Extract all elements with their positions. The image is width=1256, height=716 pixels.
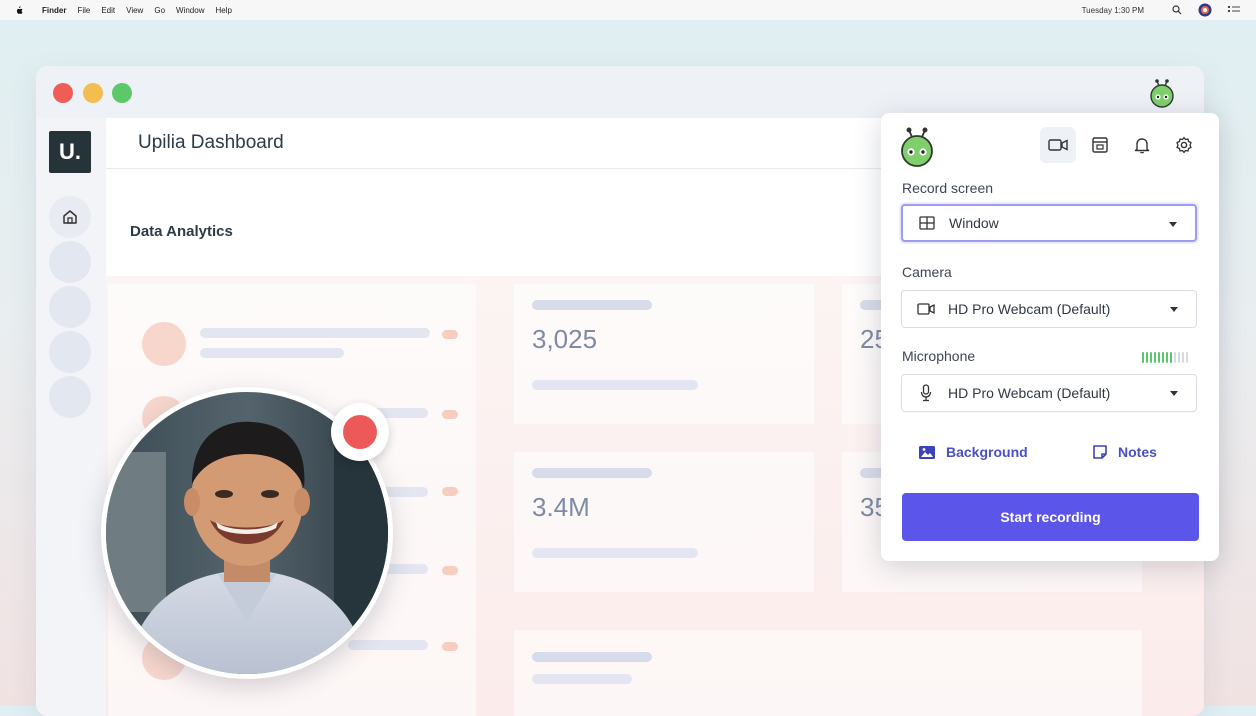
bell-icon <box>1134 138 1150 154</box>
mic-level-segment <box>1142 352 1144 363</box>
mic-level-segment <box>1154 352 1156 363</box>
section-title: Data Analytics <box>130 223 233 240</box>
placeholder-pill <box>442 410 458 419</box>
mic-level-meter <box>1142 352 1190 363</box>
mic-level-segment <box>1186 352 1188 363</box>
apple-icon[interactable] <box>14 5 24 15</box>
placeholder-bar <box>348 640 428 650</box>
search-icon[interactable] <box>1172 5 1182 15</box>
camera-icon <box>916 303 936 315</box>
menu-file[interactable]: File <box>77 6 90 15</box>
camera-mode-button[interactable] <box>1040 127 1076 163</box>
gear-icon <box>1176 136 1192 154</box>
microphone-value: HD Pro Webcam (Default) <box>948 385 1111 401</box>
logo-text: U. <box>59 139 81 164</box>
page-title: Upilia Dashboard <box>138 132 284 153</box>
menu-view[interactable]: View <box>126 6 143 15</box>
image-icon <box>918 445 936 460</box>
placeholder-pill <box>442 487 458 496</box>
zoom-window-button[interactable] <box>112 83 132 103</box>
camera-label: Camera <box>902 264 952 280</box>
upilia-logo[interactable]: U. <box>49 131 91 173</box>
home-icon <box>63 210 77 224</box>
record-screen-value: Window <box>949 215 999 231</box>
window-titlebar <box>36 66 1204 118</box>
close-window-button[interactable] <box>53 83 73 103</box>
background-label: Background <box>946 444 1028 460</box>
microphone-icon <box>916 384 936 402</box>
placeholder-bar <box>532 380 698 390</box>
menu-window[interactable]: Window <box>176 6 204 15</box>
mic-level-segment <box>1174 352 1176 363</box>
chevron-down-icon <box>1170 391 1178 396</box>
notifications-button[interactable] <box>1124 127 1160 163</box>
record-screen-label: Record screen <box>902 180 994 196</box>
mic-level-segment <box>1158 352 1160 363</box>
menu-bar: Finder File Edit View Go Window Help Tue… <box>0 0 1256 20</box>
sidebar-item-home[interactable] <box>49 196 91 238</box>
microphone-select[interactable]: HD Pro Webcam (Default) <box>901 374 1197 412</box>
sidebar-item[interactable] <box>49 286 91 328</box>
stat-card: 3.4M <box>514 452 814 592</box>
mic-level-segment <box>1170 352 1172 363</box>
menu-go[interactable]: Go <box>154 6 165 15</box>
note-icon <box>1092 444 1108 460</box>
wide-card <box>514 630 1142 716</box>
robot-mascot-icon <box>901 127 933 167</box>
notes-label: Notes <box>1118 444 1157 460</box>
placeholder-bar <box>532 674 632 684</box>
sidebar-item[interactable] <box>49 376 91 418</box>
mic-level-segment <box>1182 352 1184 363</box>
placeholder-bar <box>532 652 652 662</box>
list-avatar <box>142 322 186 366</box>
background-button[interactable]: Background <box>918 444 1028 460</box>
chevron-down-icon <box>1170 307 1178 312</box>
sidebar-item[interactable] <box>49 241 91 283</box>
list-icon[interactable] <box>1228 5 1240 15</box>
window-grid-icon <box>917 216 937 230</box>
camera-value: HD Pro Webcam (Default) <box>948 301 1111 317</box>
camera-icon <box>1048 139 1068 151</box>
menu-finder[interactable]: Finder <box>42 6 66 15</box>
mic-level-segment <box>1166 352 1168 363</box>
screen-mode-button[interactable] <box>1082 127 1118 163</box>
menubar-clock[interactable]: Tuesday 1:30 PM <box>1082 6 1144 15</box>
record-screen-select[interactable]: Window <box>901 204 1197 242</box>
start-recording-button[interactable]: Start recording <box>902 493 1199 541</box>
menu-help[interactable]: Help <box>215 6 231 15</box>
placeholder-pill <box>442 642 458 651</box>
settings-button[interactable] <box>1166 127 1202 163</box>
placeholder-pill <box>442 330 458 339</box>
mic-level-segment <box>1178 352 1180 363</box>
stat-card: 3,025 <box>514 284 814 424</box>
menu-edit[interactable]: Edit <box>101 6 115 15</box>
robot-mascot-icon[interactable] <box>1148 78 1176 108</box>
camera-select[interactable]: HD Pro Webcam (Default) <box>901 290 1197 328</box>
mic-level-segment <box>1162 352 1164 363</box>
placeholder-bar <box>532 468 652 478</box>
placeholder-pill <box>442 566 458 575</box>
recorder-popup: Record screen Window Camera HD Pro Webca… <box>881 113 1219 561</box>
mic-level-segment <box>1146 352 1148 363</box>
stat-value: 3,025 <box>532 324 598 354</box>
minimize-window-button[interactable] <box>83 83 103 103</box>
stat-value: 3.4M <box>532 492 590 522</box>
screen-icon <box>1092 137 1108 153</box>
placeholder-bar <box>200 348 344 358</box>
recording-dot[interactable] <box>343 415 377 449</box>
placeholder-bar <box>532 300 652 310</box>
notes-button[interactable]: Notes <box>1092 444 1157 460</box>
user-globe-icon[interactable] <box>1198 3 1212 17</box>
sidebar-item[interactable] <box>49 331 91 373</box>
sidebar: U. <box>36 118 106 716</box>
mic-level-segment <box>1150 352 1152 363</box>
placeholder-bar <box>200 328 430 338</box>
microphone-label: Microphone <box>902 348 976 364</box>
chevron-down-icon <box>1169 222 1177 227</box>
placeholder-bar <box>532 548 698 558</box>
